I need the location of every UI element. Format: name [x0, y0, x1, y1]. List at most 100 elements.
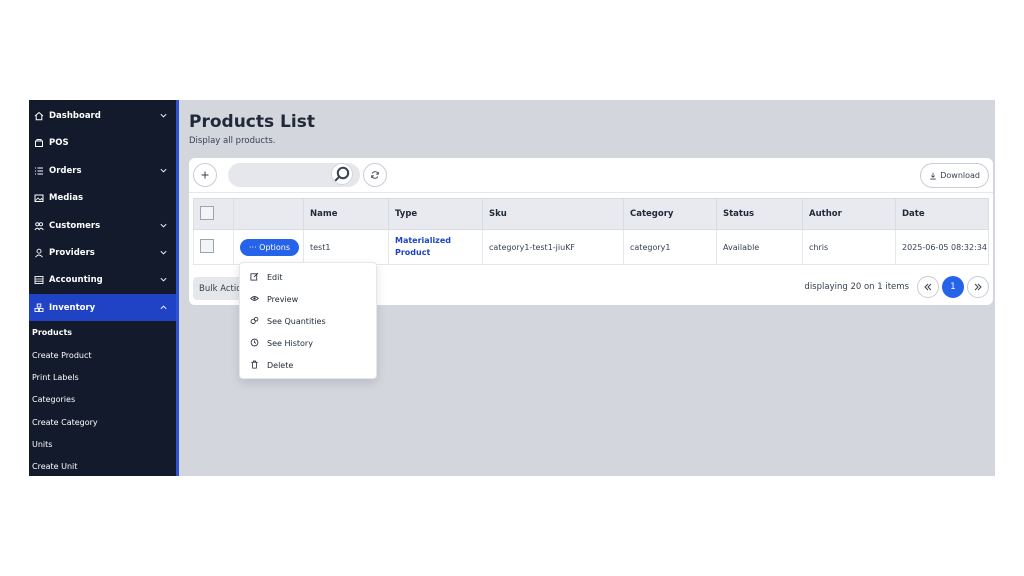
- user-icon: [33, 247, 45, 259]
- cell-type: Materialized Product: [388, 229, 483, 265]
- column-header-name[interactable]: Name: [303, 198, 389, 230]
- eye-icon: [250, 294, 260, 304]
- table-header-row: Name Type Sku Category Status Author Dat…: [193, 198, 989, 230]
- users-icon: [33, 220, 45, 232]
- select-all-checkbox[interactable]: [200, 205, 214, 220]
- inventory-icon: [33, 302, 45, 314]
- menu-item-preview[interactable]: Preview: [240, 288, 378, 310]
- menu-item-edit[interactable]: Edit: [240, 266, 378, 288]
- sidebar-item-label: Medias: [49, 192, 84, 203]
- sidebar-item-dashboard[interactable]: Dashboard: [29, 102, 176, 129]
- column-header-actions: [233, 198, 304, 230]
- menu-item-label: Delete: [267, 360, 294, 370]
- sidebar-item-label: Providers: [49, 247, 95, 258]
- column-header-sku[interactable]: Sku: [482, 198, 624, 230]
- menu-item-see-history[interactable]: See History: [240, 332, 378, 354]
- sidebar-item-orders[interactable]: Orders: [29, 157, 176, 184]
- download-icon: [930, 172, 937, 179]
- sidebar-item-label: Customers: [49, 220, 101, 231]
- options-button[interactable]: ··· Options: [240, 238, 300, 256]
- menu-item-label: See History: [267, 338, 313, 348]
- menu-item-label: Edit: [267, 272, 283, 282]
- sidebar-item-label: POS: [49, 137, 69, 148]
- cell-date: 2025-06-05 08:32:34: [895, 229, 989, 265]
- sidebar-subitem-create-category[interactable]: Create Category: [29, 411, 176, 433]
- page-button-current[interactable]: 1: [942, 276, 964, 298]
- cell-sku: category1-test1-jiuKF: [482, 229, 624, 265]
- search-icon: [334, 166, 350, 182]
- sidebar-item-customers[interactable]: Customers: [29, 212, 176, 239]
- sidebar-item-label: Inventory: [49, 302, 96, 313]
- divider: [189, 192, 993, 193]
- sidebar-item-label: Accounting: [49, 274, 103, 285]
- sidebar-item-label: Dashboard: [49, 110, 101, 121]
- sidebar-subitem-create-unit[interactable]: Create Unit: [29, 455, 176, 476]
- chevron-down-icon: [160, 250, 167, 255]
- column-header-type[interactable]: Type: [388, 198, 483, 230]
- page-title: Products List: [189, 112, 315, 132]
- trash-icon: [250, 360, 260, 370]
- cell-name: test1: [303, 229, 389, 265]
- search-button[interactable]: [331, 163, 353, 185]
- sidebar-item-inventory[interactable]: Inventory: [29, 294, 176, 321]
- cell-status: Available: [716, 229, 803, 265]
- sidebar-item-accounting[interactable]: Accounting: [29, 266, 176, 293]
- products-table: Name Type Sku Category Status Author Dat…: [193, 198, 989, 265]
- add-product-button[interactable]: [193, 163, 217, 187]
- sidebar-subitem-products[interactable]: Products: [29, 321, 176, 343]
- home-icon: [33, 110, 45, 122]
- menu-item-label: See Quantities: [267, 316, 326, 326]
- refresh-button[interactable]: [363, 163, 387, 187]
- app-window: Dashboard POS Orders Medias Customers Pr…: [29, 100, 995, 476]
- sidebar-item-label: Orders: [49, 165, 82, 176]
- sidebar-item-providers[interactable]: Providers: [29, 239, 176, 266]
- column-header-date[interactable]: Date: [895, 198, 989, 230]
- column-header-status[interactable]: Status: [716, 198, 803, 230]
- sidebar-item-medias[interactable]: Medias: [29, 184, 176, 211]
- quantities-icon: [250, 316, 260, 326]
- menu-item-label: Preview: [267, 294, 299, 304]
- double-chevron-right-icon: [974, 283, 982, 291]
- chevron-down-icon: [160, 223, 167, 228]
- edit-icon: [250, 272, 260, 282]
- sidebar: Dashboard POS Orders Medias Customers Pr…: [29, 100, 179, 476]
- menu-item-see-quantities[interactable]: See Quantities: [240, 310, 378, 332]
- chevron-down-icon: [160, 277, 167, 282]
- select-all-cell: [193, 198, 234, 230]
- cell-author: chris: [802, 229, 896, 265]
- column-header-author[interactable]: Author: [802, 198, 896, 230]
- table-row: ··· Options test1 Materialized Product c…: [193, 229, 989, 265]
- chevron-down-icon: [160, 113, 167, 118]
- next-page-button[interactable]: [967, 276, 989, 298]
- row-checkbox[interactable]: [200, 239, 214, 253]
- chevron-down-icon: [160, 168, 167, 173]
- accounting-icon: [33, 274, 45, 286]
- plus-icon: [201, 171, 209, 179]
- page-subtitle: Display all products.: [189, 136, 276, 146]
- sidebar-item-pos[interactable]: POS: [29, 129, 176, 156]
- image-icon: [33, 192, 45, 204]
- type-line-1: Materialized: [395, 236, 451, 245]
- double-chevron-left-icon: [924, 283, 932, 291]
- menu-item-delete[interactable]: Delete: [240, 354, 378, 376]
- download-button[interactable]: Download: [920, 163, 989, 188]
- row-options-cell: ··· Options: [233, 229, 304, 265]
- type-line-2: Product: [395, 248, 431, 257]
- list-icon: [33, 165, 45, 177]
- type-link[interactable]: Materialized Product: [395, 235, 482, 259]
- paging-info: displaying 20 on 1 items: [804, 282, 909, 292]
- sidebar-subitem-print-labels[interactable]: Print Labels: [29, 366, 176, 388]
- sidebar-subitem-create-product[interactable]: Create Product: [29, 344, 176, 366]
- options-menu: Edit Preview See Quantities See History …: [239, 262, 377, 379]
- download-label: Download: [940, 171, 980, 180]
- pos-icon: [33, 137, 45, 149]
- sidebar-subitem-categories[interactable]: Categories: [29, 388, 176, 410]
- column-header-category[interactable]: Category: [623, 198, 717, 230]
- sidebar-subitem-units[interactable]: Units: [29, 433, 176, 455]
- chevron-up-icon: [160, 305, 167, 310]
- previous-page-button[interactable]: [917, 276, 939, 298]
- search-input[interactable]: [228, 163, 328, 187]
- cell-category: category1: [623, 229, 717, 265]
- history-icon: [250, 338, 260, 348]
- refresh-icon: [371, 171, 379, 179]
